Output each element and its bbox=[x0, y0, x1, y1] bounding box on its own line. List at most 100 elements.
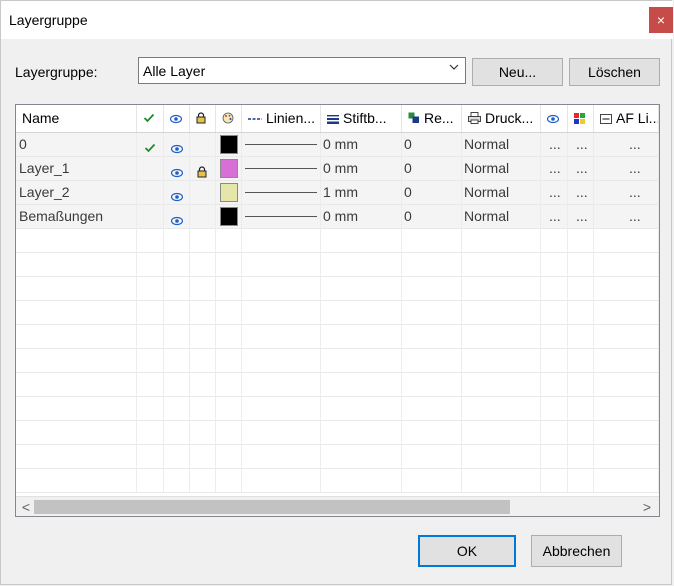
column-header-8[interactable]: Druck... bbox=[462, 105, 541, 132]
column-header-1[interactable] bbox=[137, 105, 164, 132]
table-cell bbox=[541, 229, 568, 253]
column-header-10[interactable] bbox=[568, 105, 594, 132]
column-header-9[interactable] bbox=[541, 105, 568, 132]
table-row[interactable]: Bemaßungen 0 mm 0 Normal......... bbox=[16, 205, 659, 229]
af-line-icon bbox=[600, 106, 612, 132]
table-cell[interactable]: Normal bbox=[462, 157, 541, 181]
table-cell[interactable] bbox=[242, 181, 321, 205]
table-row[interactable]: Layer_1 0 mm 0 Normal......... bbox=[16, 157, 659, 181]
column-header-6[interactable]: Stiftb... bbox=[321, 105, 402, 132]
table-cell[interactable] bbox=[190, 133, 216, 157]
table-cell bbox=[321, 349, 402, 373]
column-header-0[interactable]: Name bbox=[16, 105, 137, 132]
table-cell[interactable] bbox=[242, 205, 321, 229]
table-cell[interactable]: 0 bbox=[402, 181, 462, 205]
table-cell bbox=[402, 445, 462, 469]
table-cell[interactable] bbox=[242, 133, 321, 157]
table-row bbox=[16, 253, 659, 277]
eye-icon bbox=[170, 138, 184, 157]
table-cell[interactable]: ... bbox=[594, 205, 659, 229]
table-cell[interactable]: ... bbox=[541, 157, 568, 181]
column-header-11[interactable]: AF Li... bbox=[594, 105, 659, 132]
column-header-7[interactable]: Re... bbox=[402, 105, 462, 132]
cell-text: ... bbox=[576, 184, 588, 200]
table-cell[interactable] bbox=[137, 157, 164, 181]
table-row[interactable]: Layer_2 1 mm 0 Normal......... bbox=[16, 181, 659, 205]
scrollbar-thumb[interactable] bbox=[34, 500, 510, 514]
scroll-right-icon[interactable]: > bbox=[639, 498, 655, 516]
table-cell[interactable]: 0 bbox=[16, 133, 137, 157]
table-cell[interactable]: ... bbox=[541, 205, 568, 229]
table-cell bbox=[16, 445, 137, 469]
table-cell[interactable]: ... bbox=[568, 133, 594, 157]
table-cell bbox=[594, 349, 659, 373]
horizontal-scrollbar[interactable]: < > bbox=[16, 496, 659, 516]
table-cell[interactable]: 1 mm bbox=[321, 181, 402, 205]
table-cell[interactable] bbox=[137, 133, 164, 157]
table-cell[interactable]: ... bbox=[568, 205, 594, 229]
table-cell[interactable] bbox=[216, 181, 242, 205]
column-header-5[interactable]: Linien... bbox=[242, 105, 321, 132]
table-cell bbox=[541, 373, 568, 397]
table-cell[interactable]: 0 bbox=[402, 205, 462, 229]
table-cell[interactable] bbox=[164, 157, 190, 181]
table-cell bbox=[462, 445, 541, 469]
table-cell[interactable] bbox=[137, 181, 164, 205]
table-cell[interactable]: ... bbox=[594, 157, 659, 181]
scroll-left-icon[interactable]: < bbox=[18, 498, 34, 516]
color-swatch[interactable] bbox=[220, 183, 238, 202]
table-cell[interactable] bbox=[242, 157, 321, 181]
table-row bbox=[16, 421, 659, 445]
table-cell[interactable]: ... bbox=[568, 157, 594, 181]
table-cell[interactable]: ... bbox=[541, 181, 568, 205]
table-cell[interactable]: ... bbox=[594, 133, 659, 157]
new-button[interactable]: Neu... bbox=[472, 58, 563, 86]
table-cell bbox=[541, 277, 568, 301]
table-cell[interactable] bbox=[216, 133, 242, 157]
table-cell[interactable]: 0 mm bbox=[321, 133, 402, 157]
table-row[interactable]: 0 0 mm 0 Normal......... bbox=[16, 133, 659, 157]
table-header: Name Linien... Stiftb... Re... Druck... AF Li… bbox=[16, 105, 659, 133]
table-cell bbox=[137, 301, 164, 325]
table-cell[interactable] bbox=[216, 205, 242, 229]
cell-text: ... bbox=[629, 184, 641, 200]
table-cell[interactable]: Layer_1 bbox=[16, 157, 137, 181]
table-cell bbox=[568, 469, 594, 493]
column-header-4[interactable] bbox=[216, 105, 242, 132]
table-cell[interactable] bbox=[190, 205, 216, 229]
table-cell[interactable]: 0 bbox=[402, 157, 462, 181]
color-swatch[interactable] bbox=[220, 159, 238, 178]
table-cell[interactable] bbox=[137, 205, 164, 229]
table-cell bbox=[242, 421, 321, 445]
table-cell[interactable] bbox=[190, 181, 216, 205]
table-cell[interactable]: ... bbox=[541, 133, 568, 157]
table-cell[interactable]: Normal bbox=[462, 181, 541, 205]
column-header-2[interactable] bbox=[164, 105, 190, 132]
table-cell[interactable] bbox=[164, 181, 190, 205]
table-cell bbox=[321, 253, 402, 277]
table-cell[interactable]: 0 mm bbox=[321, 205, 402, 229]
table-cell[interactable]: 0 bbox=[402, 133, 462, 157]
table-cell[interactable]: Bemaßungen bbox=[16, 205, 137, 229]
ok-button[interactable]: OK bbox=[418, 535, 516, 567]
color-swatch[interactable] bbox=[220, 135, 238, 154]
table-cell[interactable]: 0 mm bbox=[321, 157, 402, 181]
column-header-3[interactable] bbox=[190, 105, 216, 132]
table-cell[interactable]: Layer_2 bbox=[16, 181, 137, 205]
table-cell[interactable]: Normal bbox=[462, 133, 541, 157]
cell-text: 0 bbox=[404, 184, 412, 200]
table-cell[interactable] bbox=[216, 157, 242, 181]
layergroup-select[interactable]: Alle Layer bbox=[138, 57, 466, 84]
table-cell[interactable]: ... bbox=[594, 181, 659, 205]
table-cell[interactable] bbox=[164, 205, 190, 229]
table-cell[interactable]: Normal bbox=[462, 205, 541, 229]
table-cell bbox=[242, 397, 321, 421]
color-swatch[interactable] bbox=[220, 207, 238, 226]
delete-button[interactable]: Löschen bbox=[569, 58, 660, 86]
table-cell[interactable] bbox=[190, 157, 216, 181]
close-button[interactable]: × bbox=[649, 7, 673, 33]
cancel-button[interactable]: Abbrechen bbox=[531, 535, 622, 567]
table-cell[interactable]: ... bbox=[568, 181, 594, 205]
linetype-sample bbox=[245, 168, 317, 169]
table-cell[interactable] bbox=[164, 133, 190, 157]
